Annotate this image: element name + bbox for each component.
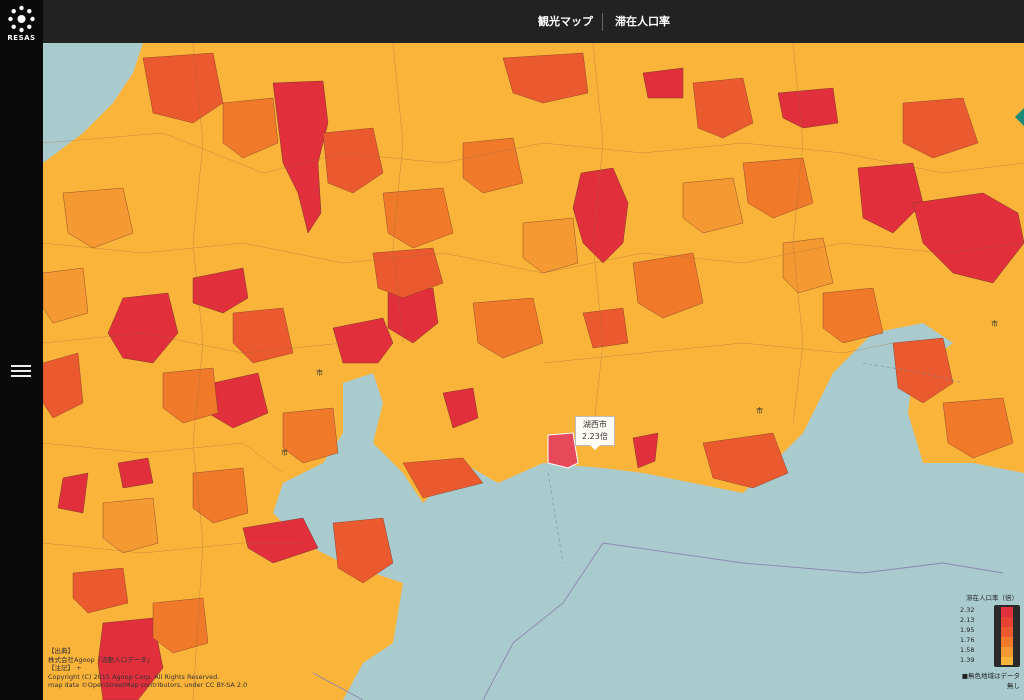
choropleth-map[interactable]: 市 市 市 市 bbox=[43, 43, 1024, 700]
legend-scale bbox=[994, 605, 1020, 667]
attribution-source-heading: 【出典】 bbox=[48, 647, 74, 655]
legend-label: 2.32 bbox=[960, 606, 975, 614]
legend-nodata-note: ■無色地域はデータ無し bbox=[961, 672, 1020, 690]
tooltip-value: 2.23倍 bbox=[582, 432, 608, 441]
attribution-copyright: Copyright (C) 2015 Agoop Corp. All Right… bbox=[48, 672, 220, 681]
legend-label: 1.76 bbox=[960, 636, 975, 644]
legend-label: 2.13 bbox=[960, 616, 975, 624]
attribution-source[interactable]: 株式会社Agoop「流動人口データ」 bbox=[48, 656, 247, 665]
map-legend: 滞在人口率（倍） 2.32 2.13 1.95 1.76 1.58 1.39 ■… bbox=[958, 592, 1022, 690]
legend-label: 1.95 bbox=[960, 626, 975, 634]
attribution-osm[interactable]: map data ©OpenStreetMap contributors, un… bbox=[48, 681, 247, 690]
tab-tourism-map[interactable]: 観光マップ bbox=[538, 0, 593, 43]
map-canvas[interactable]: 市 市 市 市 bbox=[43, 43, 1024, 700]
tooltip-pointer bbox=[590, 445, 600, 450]
tooltip-city: 湖西市 bbox=[582, 420, 607, 429]
map-tooltip: 湖西市 2.23倍 bbox=[575, 416, 615, 446]
legend-labels: 2.32 2.13 1.95 1.76 1.58 1.39 bbox=[960, 606, 974, 666]
hamburger-menu-icon[interactable] bbox=[11, 362, 31, 380]
region-kosai-highlighted bbox=[547, 432, 579, 469]
left-sidebar: RESAS bbox=[0, 0, 43, 700]
tab-divider bbox=[602, 13, 603, 31]
city-label: 市 bbox=[756, 406, 763, 415]
attribution-notes-toggle[interactable]: 【注記】 + bbox=[48, 664, 247, 673]
logo-text: RESAS bbox=[7, 34, 36, 42]
legend-label: 1.58 bbox=[960, 646, 975, 654]
city-label: 市 bbox=[281, 448, 288, 457]
city-label: 市 bbox=[991, 319, 998, 328]
legend-swatch bbox=[1001, 657, 1013, 665]
tab-stay-population-ratio[interactable]: 滞在人口率 bbox=[615, 0, 670, 43]
legend-label: 1.39 bbox=[960, 656, 975, 664]
legend-title: 滞在人口率（倍） bbox=[966, 594, 1018, 602]
city-label: 市 bbox=[316, 368, 323, 377]
attribution-text: 【出典】 株式会社Agoop「流動人口データ」 【注記】 + Copyright… bbox=[48, 647, 247, 690]
header-bar: 観光マップ 滞在人口率 bbox=[43, 0, 1024, 43]
